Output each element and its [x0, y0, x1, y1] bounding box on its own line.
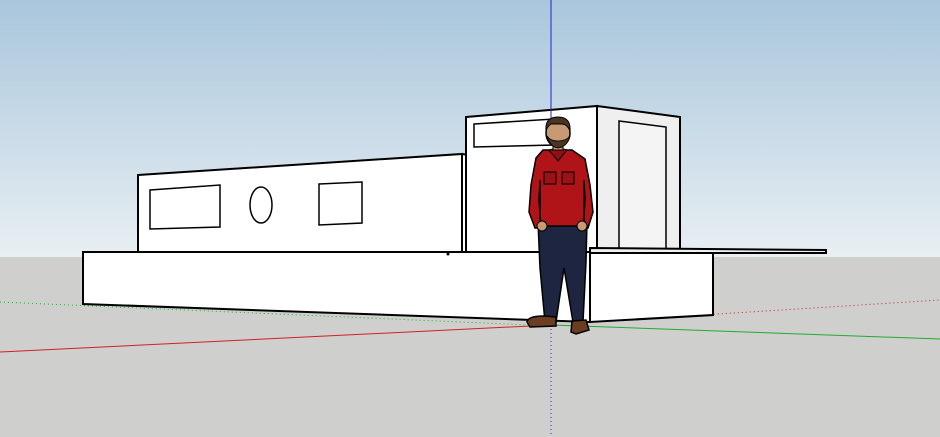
3d-scene[interactable]: [0, 0, 940, 437]
deck-extension[interactable]: [589, 246, 827, 254]
edge-point: [446, 252, 450, 256]
window-left[interactable]: [149, 184, 221, 230]
person-hand-right: [576, 220, 588, 232]
door[interactable]: [618, 120, 667, 251]
person-hand-left: [536, 220, 548, 232]
person-pocket-left: [543, 171, 557, 185]
upper-window[interactable]: [473, 118, 555, 148]
person-pocket-right: [561, 171, 575, 185]
model-viewport[interactable]: [0, 0, 940, 437]
base-platform-side-face: [589, 250, 714, 324]
person-shoe-left: [526, 315, 557, 328]
window-right[interactable]: [318, 181, 363, 226]
porthole[interactable]: [249, 186, 273, 224]
person-shirt: [528, 149, 594, 229]
